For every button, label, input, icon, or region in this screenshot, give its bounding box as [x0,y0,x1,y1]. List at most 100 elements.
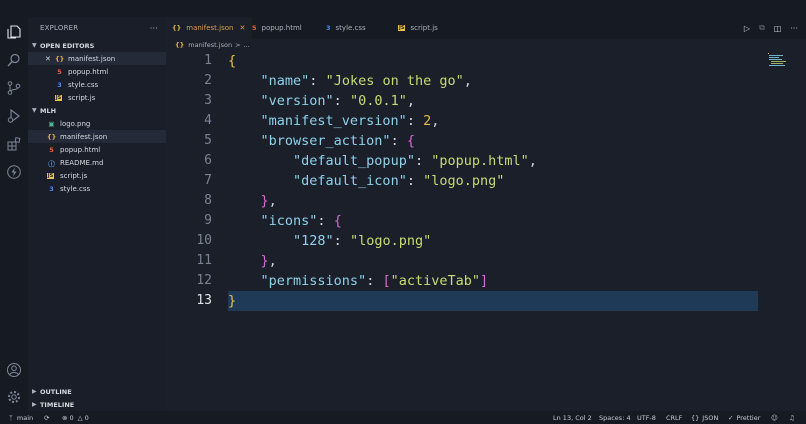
tab-script-js[interactable]: JS script.js [398,17,438,39]
open-editor-item[interactable]: ✕ {} manifest.json [28,52,166,65]
info-icon: ⓘ [48,159,55,168]
sync-icon[interactable]: ⟳ [44,411,49,424]
lightning-icon[interactable] [6,164,22,180]
json-icon: {} [55,54,65,63]
run-icon[interactable]: ▷ [744,24,750,33]
notifications-bell-icon[interactable]: ♫ [789,411,795,424]
branch-indicator[interactable]: ᛉ main [9,411,33,424]
run-debug-icon[interactable] [6,108,22,124]
timeline-header[interactable]: ▶ TIMELINE [28,398,166,411]
breadcrumb: {} manifest.json > ... [166,39,250,51]
code-line: "browser_action": { [260,133,415,149]
tab-manifest-json[interactable]: {} manifest.json ✕ [166,17,252,39]
search-icon[interactable] [6,52,22,68]
open-editors-label: OPEN EDITORS [40,41,95,50]
split-editor-icon[interactable]: ◫ [774,24,782,33]
line-number: 11 [196,253,212,268]
open-editors-header[interactable]: ▼ OPEN EDITORS [28,39,166,52]
tab-label: manifest.json [186,24,234,32]
code-line: "permissions": ["activeTab"] [260,273,489,289]
breadcrumb-rest[interactable]: ... [244,41,250,49]
outline-header[interactable]: ▶ OUTLINE [28,385,166,398]
css-icon: 3 [49,184,54,193]
source-control-icon[interactable] [6,80,22,96]
more-actions-icon[interactable]: ··· [790,24,798,33]
line-number: 2 [204,73,212,88]
json-icon: {} [175,41,185,49]
tab-popup-html[interactable]: 5 popup.html [252,17,302,39]
settings-gear-icon[interactable] [6,389,22,405]
check-icon: ✓ [728,413,734,422]
editor-tabs: {} manifest.json ✕ 5 popup.html 3 style.… [166,17,806,39]
feedback-icon[interactable]: ☺ [771,411,778,424]
code-line: "icons": { [260,213,342,229]
code-line: "default_icon": "logo.png" [293,173,505,189]
language-label: JSON [702,413,719,422]
json-icon: {} [172,24,182,32]
open-changes-icon[interactable]: ⧉ [759,23,765,33]
encoding[interactable]: UTF-8 [637,411,656,424]
code-line: }, [260,253,277,269]
file-label: logo.png [60,119,91,128]
file-label: manifest.json [60,132,108,141]
line-number: 8 [204,193,212,208]
prettier-status[interactable]: ✓ Prettier [728,411,760,424]
line-number: 10 [196,233,212,248]
html-icon: 5 [57,67,62,76]
line-number: 1 [204,53,212,68]
code-line: "128": "logo.png" [293,233,432,249]
minimap[interactable] [766,51,794,71]
chevron-down-icon: ▼ [32,42,37,49]
chevron-down-icon: ▼ [32,107,37,114]
code-line: "version": "0.0.1", [260,93,415,109]
code-line: } [228,293,237,309]
tab-label: popup.html [261,24,302,32]
language-mode[interactable]: {} JSON [691,411,718,424]
line-number: 9 [204,213,212,228]
line-number: 5 [204,133,212,148]
explorer-icon[interactable] [6,24,22,40]
tab-style-css[interactable]: 3 style.css [326,17,366,39]
cursor-position[interactable]: Ln 13, Col 2 [553,411,592,424]
code-line: "default_popup": "popup.html", [293,153,537,169]
open-editor-item[interactable]: JS script.js [28,91,166,104]
open-editor-item[interactable]: 3 style.css [28,78,166,91]
extensions-icon[interactable] [6,136,22,152]
file-label: popup.html [60,145,101,154]
problems-indicator[interactable]: ⊗ 0 △ 0 [62,411,89,424]
code-line: { [228,53,237,69]
file-item[interactable]: 5 popup.html [28,143,166,156]
breadcrumb-file[interactable]: manifest.json [188,41,232,49]
file-item[interactable]: ▣ logo.png [28,117,166,130]
close-icon[interactable]: ✕ [239,24,245,32]
close-icon[interactable]: ✕ [45,55,51,63]
timeline-label: TIMELINE [40,400,75,409]
file-item[interactable]: {} manifest.json [28,130,166,143]
line-number: 3 [204,93,212,108]
code-line: "name": "Jokes on the go", [260,73,472,89]
git-branch-icon: ᛉ [9,413,13,422]
outline-label: OUTLINE [40,387,72,396]
line-number: 12 [196,273,212,288]
error-count: 0 [69,413,74,422]
html-icon: 5 [49,145,54,154]
line-ending[interactable]: CRLF [666,411,682,424]
file-item[interactable]: JS script.js [28,169,166,182]
file-item[interactable]: ⓘ README.md [28,156,166,169]
line-number: 7 [204,173,212,188]
indentation[interactable]: Spaces: 4 [599,411,631,424]
line-number: 4 [204,113,212,128]
file-label: style.css [60,184,91,193]
js-icon: JS [47,172,54,179]
file-label: README.md [60,158,104,167]
warning-icon: △ [77,413,83,422]
more-actions-icon[interactable]: ··· [150,24,158,33]
file-item[interactable]: 3 style.css [28,182,166,195]
tab-label: style.css [335,24,366,32]
folder-header[interactable]: ▼ MLH [28,104,166,117]
code-editor[interactable]: 1 { 2 "name": "Jokes on the go", 3 "vers… [166,51,806,411]
account-icon[interactable] [6,362,22,378]
css-icon: 3 [326,24,331,32]
title-bar [0,0,806,17]
open-editor-item[interactable]: 5 popup.html [28,65,166,78]
